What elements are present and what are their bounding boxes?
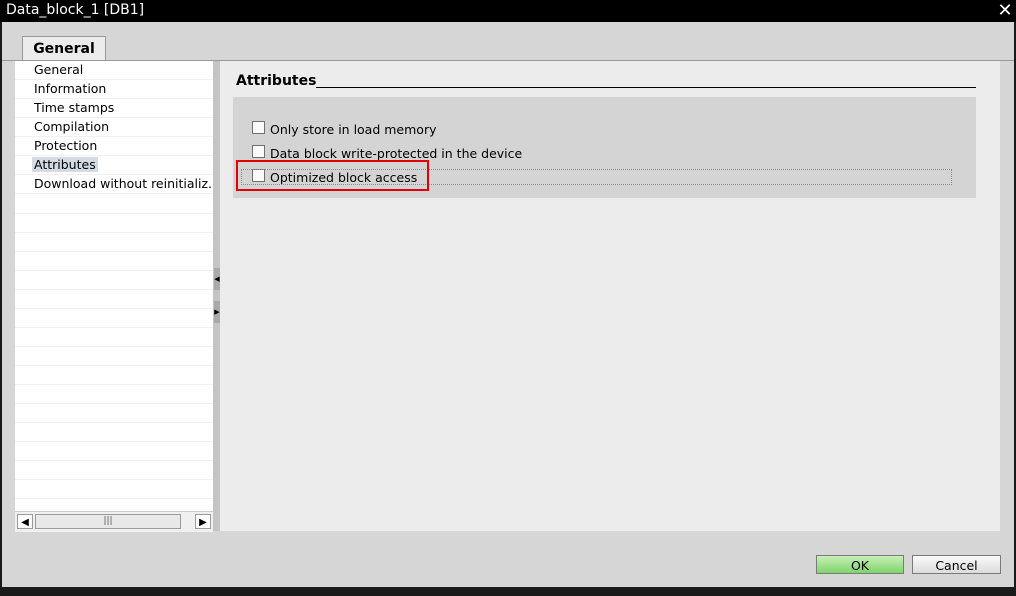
only-store-in-load-memory-checkbox[interactable] <box>252 121 265 134</box>
nav-item-label: General <box>34 62 84 77</box>
nav-item-label: Compilation <box>34 119 110 134</box>
section-heading: Attributes <box>236 73 317 89</box>
row-divider <box>15 270 213 271</box>
nav-item-label: Download without reinitializ... <box>34 176 220 191</box>
nav-item-compilation[interactable]: Compilation <box>15 118 213 137</box>
nav-item-general[interactable]: General <box>15 61 213 80</box>
nav-item-label: Time stamps <box>34 100 115 115</box>
close-icon[interactable]: ✕ <box>995 1 1015 21</box>
row-divider <box>15 213 213 214</box>
panel-splitter[interactable]: ◀ ▶ <box>213 61 220 531</box>
row-divider <box>15 403 213 404</box>
row-divider <box>15 289 213 290</box>
nav-item-attributes[interactable]: Attributes <box>15 156 213 175</box>
ok-button[interactable]: OK <box>816 555 904 574</box>
highlight-annotation <box>236 160 429 191</box>
write-protected-checkbox[interactable] <box>252 145 265 158</box>
row-divider <box>15 327 213 328</box>
row-divider <box>15 460 213 461</box>
nav-item-protection[interactable]: Protection <box>15 137 213 156</box>
nav-item-label: Attributes <box>32 157 98 172</box>
nav-item-download-without-reinitialization[interactable]: Download without reinitializ... <box>15 175 220 194</box>
row-divider <box>15 479 213 480</box>
row-divider <box>15 365 213 366</box>
row-divider <box>15 251 213 252</box>
row-divider <box>15 441 213 442</box>
row-divider <box>15 232 213 233</box>
nav-item-label: Protection <box>34 138 98 153</box>
window-title: Data_block_1 [DB1] <box>6 2 145 18</box>
checkbox-label: Data block write-protected in the device <box>270 146 523 161</box>
nav-item-label: Information <box>34 81 107 96</box>
scroll-thumb[interactable]: ||| <box>35 514 181 529</box>
dialog-body: General General Information Time stamps … <box>2 22 1014 587</box>
row-divider <box>15 346 213 347</box>
navigation-panel: General Information Time stamps Compilat… <box>15 61 220 531</box>
horizontal-scrollbar[interactable]: ◀ ||| ▶ <box>15 511 213 532</box>
nav-item-information[interactable]: Information <box>15 80 213 99</box>
attributes-panel: Attributes Only store in load memory Dat… <box>220 61 1000 531</box>
heading-rule <box>316 87 976 88</box>
row-divider <box>15 384 213 385</box>
title-bar: Data_block_1 [DB1] ✕ <box>0 0 1016 22</box>
scroll-right-icon[interactable]: ▶ <box>195 514 211 529</box>
nav-item-time-stamps[interactable]: Time stamps <box>15 99 213 118</box>
row-divider <box>15 498 213 499</box>
row-divider <box>15 308 213 309</box>
scroll-left-icon[interactable]: ◀ <box>17 514 33 529</box>
tab-general[interactable]: General <box>22 36 106 61</box>
dialog-window: Data_block_1 [DB1] ✕ General General Inf… <box>0 0 1016 596</box>
cancel-button[interactable]: Cancel <box>912 555 1001 574</box>
row-divider <box>15 422 213 423</box>
checkbox-label: Only store in load memory <box>270 122 437 137</box>
